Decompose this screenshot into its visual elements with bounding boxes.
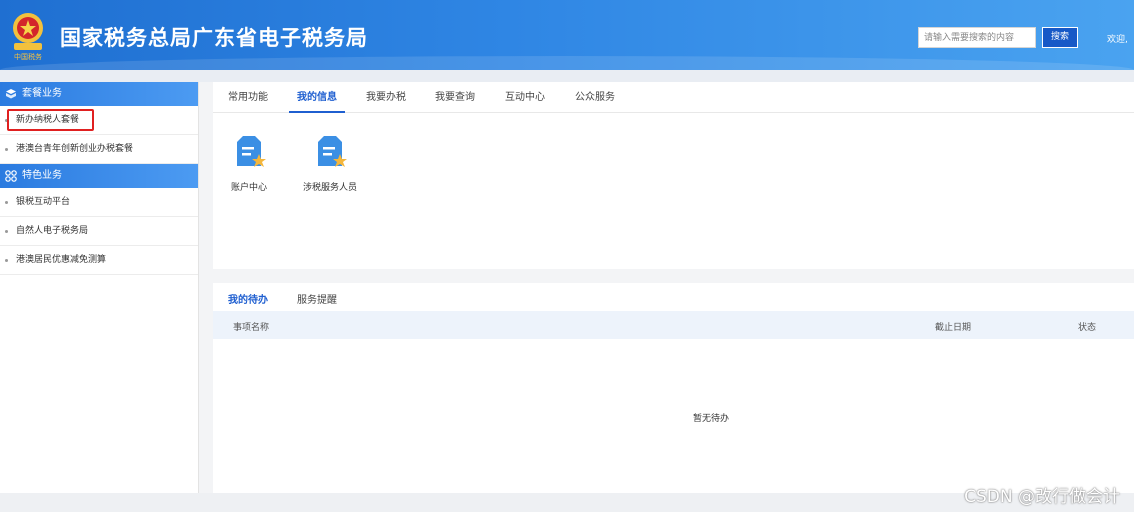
welcome-text: 欢迎, [1107, 35, 1128, 45]
todo-panel: 我的待办 服务提醒 事项名称 截止日期 状态 暂无待办 [213, 283, 1134, 493]
csdn-watermark: CSDN @改行做会计 [964, 487, 1120, 507]
todo-tabs: 我的待办 服务提醒 [213, 283, 1134, 311]
page: 中国税务 国家税务总局广东省电子税务局 搜索 欢迎, 套餐业务 新办纳税人套餐 … [0, 0, 1134, 512]
sidebar-group-label: 套餐业务 [22, 88, 62, 99]
sidebar-group-label: 特色业务 [22, 170, 62, 181]
grid-icon [5, 170, 17, 182]
column-status: 状态 [1078, 323, 1097, 333]
sidebar-group-featured[interactable]: 特色业务 [0, 164, 198, 188]
app-label: 账户中心 [230, 183, 267, 193]
sidebar-item-new-taxpayer-package[interactable]: 新办纳税人套餐 [0, 106, 198, 135]
app-tax-service-staff[interactable]: 涉税服务人员 [303, 132, 357, 193]
sidebar-item-label: 港澳居民优惠减免测算 [16, 255, 107, 265]
tab-common-functions[interactable]: 常用功能 [228, 82, 268, 113]
bullet-icon [5, 201, 8, 204]
app-label: 涉税服务人员 [303, 183, 358, 193]
sidebar-item-label: 银税互动平台 [16, 197, 71, 207]
sidebar: 套餐业务 新办纳税人套餐 港澳台青年创新创业办税套餐 特色业务 银税互动平台 自… [0, 82, 199, 493]
sidebar-item-hk-macao-youth-package[interactable]: 港澳台青年创新创业办税套餐 [0, 135, 198, 164]
site-header: 中国税务 国家税务总局广东省电子税务局 搜索 欢迎, [0, 0, 1134, 70]
sidebar-item-bank-tax-platform[interactable]: 银税互动平台 [0, 188, 198, 217]
todo-table-header: 事项名称 截止日期 状态 [213, 311, 1134, 339]
column-item-name: 事项名称 [233, 323, 270, 333]
sidebar-item-label: 自然人电子税务局 [16, 226, 89, 236]
account-center-icon [237, 136, 266, 167]
app-account-center[interactable]: 账户中心 [229, 132, 269, 193]
tab-public-services[interactable]: 公众服务 [575, 82, 615, 113]
sidebar-item-hk-macao-relief-calc[interactable]: 港澳居民优惠减免测算 [0, 246, 198, 275]
sidebar-item-label: 港澳台青年创新创业办税套餐 [16, 144, 134, 154]
highlight-box [7, 109, 94, 131]
search-button[interactable]: 搜索 [1042, 27, 1078, 48]
header-subbar [0, 70, 1134, 82]
column-deadline: 截止日期 [935, 323, 972, 333]
tab-query[interactable]: 我要查询 [435, 82, 475, 113]
bullet-icon [5, 230, 8, 233]
empty-todo-text: 暂无待办 [693, 414, 730, 424]
my-info-panel: 常用功能 我的信息 我要办税 我要查询 互动中心 公众服务 账户中心 涉税服务人… [213, 82, 1134, 269]
site-title: 国家税务总局广东省电子税务局 [60, 26, 368, 50]
tab-my-todo[interactable]: 我的待办 [228, 291, 268, 306]
tab-my-info[interactable]: 我的信息 [289, 82, 345, 113]
emblem-caption: 中国税务 [14, 53, 42, 61]
tab-interaction-center[interactable]: 互动中心 [505, 82, 545, 113]
tab-service-reminders[interactable]: 服务提醒 [297, 291, 337, 306]
cube-icon [6, 89, 16, 99]
search-input[interactable] [918, 27, 1036, 48]
tax-staff-icon [318, 136, 347, 167]
bullet-icon [5, 259, 8, 262]
tab-tax-handling[interactable]: 我要办税 [366, 82, 406, 113]
sidebar-group-package[interactable]: 套餐业务 [0, 82, 198, 106]
main-tabs: 常用功能 我的信息 我要办税 我要查询 互动中心 公众服务 [213, 82, 1134, 113]
bullet-icon [5, 148, 8, 151]
sidebar-item-personal-etax[interactable]: 自然人电子税务局 [0, 217, 198, 246]
